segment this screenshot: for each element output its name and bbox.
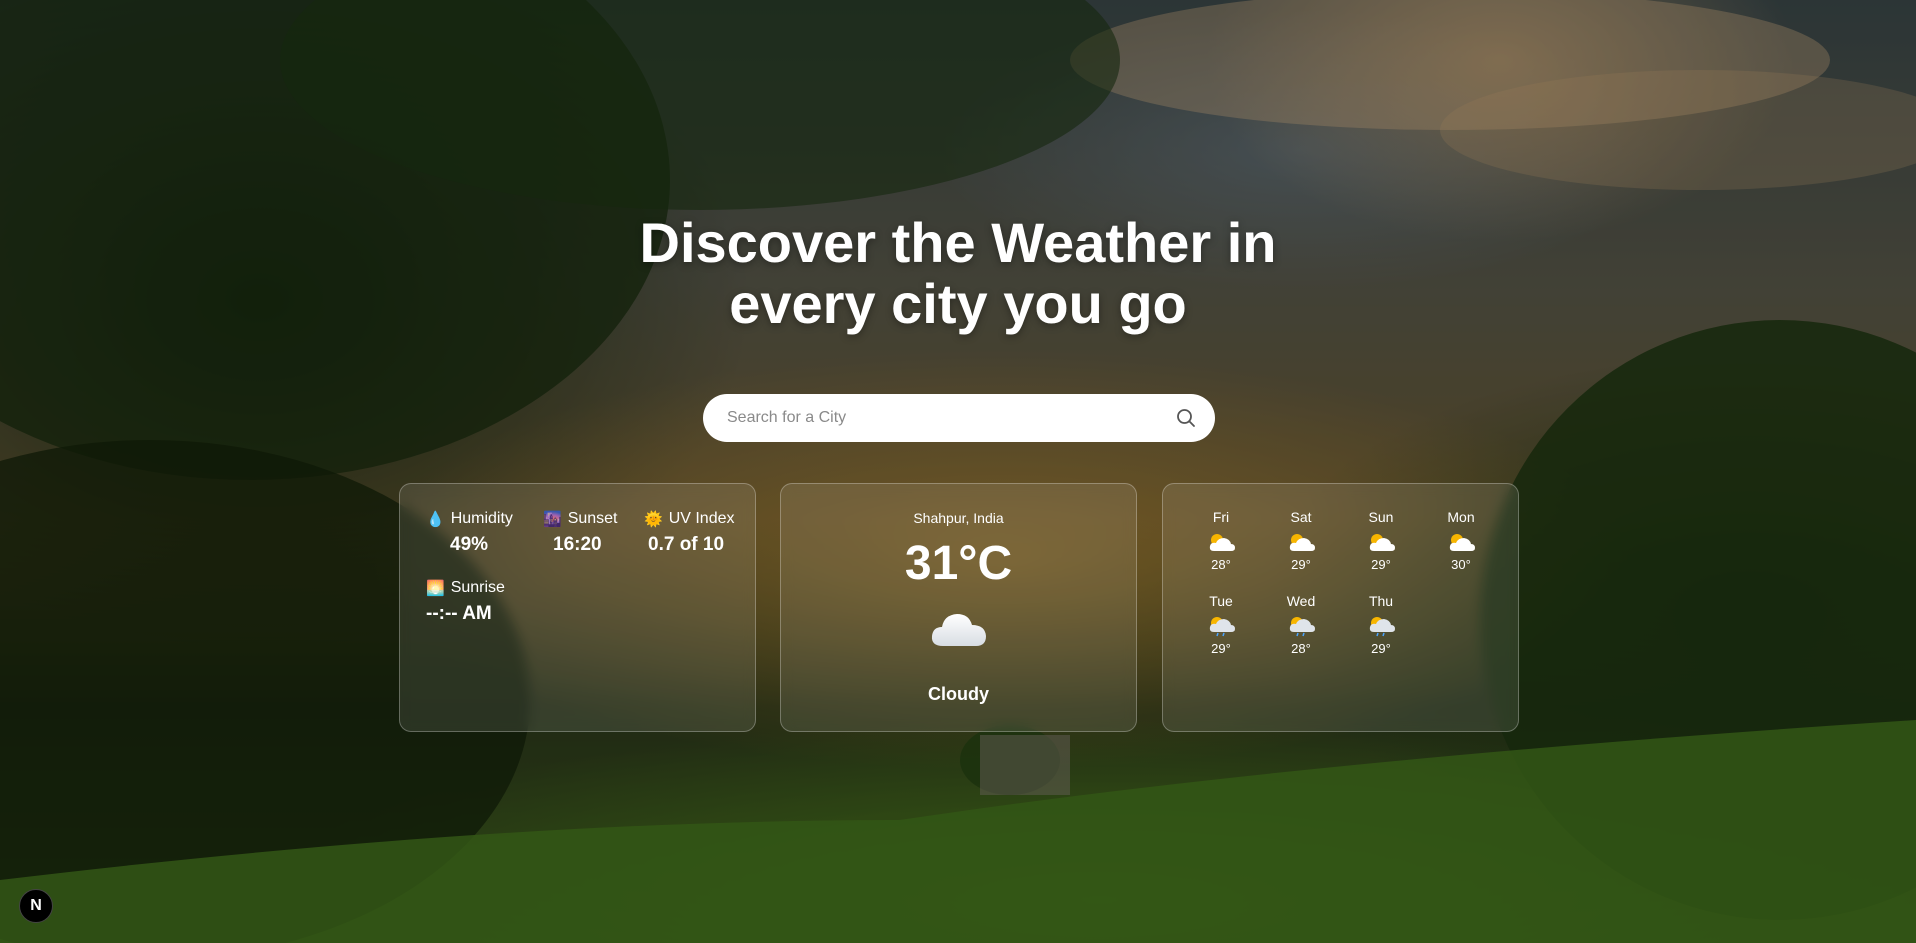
uv-index-value: 0.7 of 10 (648, 534, 725, 555)
sun-behind-cloud-icon (1289, 534, 1315, 551)
headline-line-2: every city you go (729, 272, 1187, 335)
humidity-value: 49% (450, 534, 489, 555)
forecast-day: Mon 30° (1431, 509, 1491, 572)
sunset-value: 16:20 (553, 534, 602, 555)
cloud-icon (931, 614, 986, 646)
city-name: Shahpur, India (913, 510, 1004, 526)
forecast-day: Fri 28° (1191, 509, 1251, 572)
forecast-card: Fri 28° Sat 29° Sun 29° Mon 30° Tue 29° … (1162, 483, 1519, 732)
city-search-input[interactable] (727, 409, 1175, 427)
uv-index-stat: 🌞 UV Index 0.7 of 10 (644, 510, 735, 556)
sunrise-value: --:-- AM (426, 603, 492, 624)
current-weather-card: Shahpur, India 31°C Cloudy (780, 483, 1137, 732)
forecast-temp: 29° (1371, 557, 1391, 572)
uv-index-label: UV Index (668, 510, 735, 527)
sunset-icon: 🌆 (543, 510, 562, 528)
forecast-temp: 30° (1451, 557, 1471, 572)
forecast-day-name: Tue (1209, 593, 1233, 609)
forecast-temp: 29° (1371, 641, 1391, 656)
forecast-day: Tue 29° (1191, 593, 1251, 656)
sunset-stat: 🌆 Sunset 16:20 (543, 510, 618, 556)
forecast-temp: 28° (1291, 641, 1311, 656)
sunset-label: Sunset (567, 510, 618, 527)
forecast-day-name: Mon (1447, 509, 1475, 525)
sun-behind-cloud-icon (1369, 534, 1395, 551)
sun-behind-cloud-icon (1209, 534, 1235, 551)
forecast-day: Wed 28° (1271, 593, 1331, 656)
nextjs-dev-badge[interactable]: N (19, 889, 53, 923)
humidity-stat: 💧 Humidity 49% (426, 510, 513, 556)
weather-stats-card: 💧 Humidity 49% 🌆 Sunset 16:20 🌞 UV Index… (399, 483, 756, 732)
forecast-day-name: Sat (1290, 509, 1312, 525)
search-icon[interactable] (1175, 407, 1197, 429)
page-headline: Discover the Weather in every city you g… (0, 212, 1916, 334)
forecast-day-name: Sun (1368, 509, 1394, 525)
sunrise-icon: 🌅 (426, 579, 445, 597)
sun-face-icon: 🌞 (644, 510, 663, 528)
droplet-icon: 💧 (426, 510, 445, 528)
sunrise-label: Sunrise (450, 579, 505, 596)
headline-line-1: Discover the Weather in (639, 211, 1277, 274)
forecast-day-name: Wed (1286, 593, 1316, 609)
sunrise-stat: 🌅 Sunrise --:-- AM (426, 579, 505, 625)
forecast-day: Sun 29° (1351, 509, 1411, 572)
weather-condition: Cloudy (928, 684, 989, 704)
sun-rain-cloud-icon (1369, 617, 1395, 637)
current-temperature: 31°C (904, 537, 1013, 590)
sun-behind-cloud-icon (1449, 534, 1475, 551)
sun-rain-cloud-icon (1209, 617, 1235, 637)
forecast-day-name: Fri (1212, 509, 1230, 525)
background-landscape (0, 0, 1916, 943)
forecast-temp: 28° (1211, 557, 1231, 572)
city-search-bar (703, 394, 1215, 442)
sun-rain-cloud-icon (1289, 617, 1315, 637)
background-overlay (0, 0, 1916, 943)
forecast-day: Sat 29° (1271, 509, 1331, 572)
forecast-day: Thu 29° (1351, 593, 1411, 656)
forecast-temp: 29° (1291, 557, 1311, 572)
humidity-label: Humidity (450, 510, 513, 527)
forecast-temp: 29° (1211, 641, 1231, 656)
forecast-day-name: Thu (1368, 593, 1394, 609)
badge-label: N (30, 897, 42, 914)
